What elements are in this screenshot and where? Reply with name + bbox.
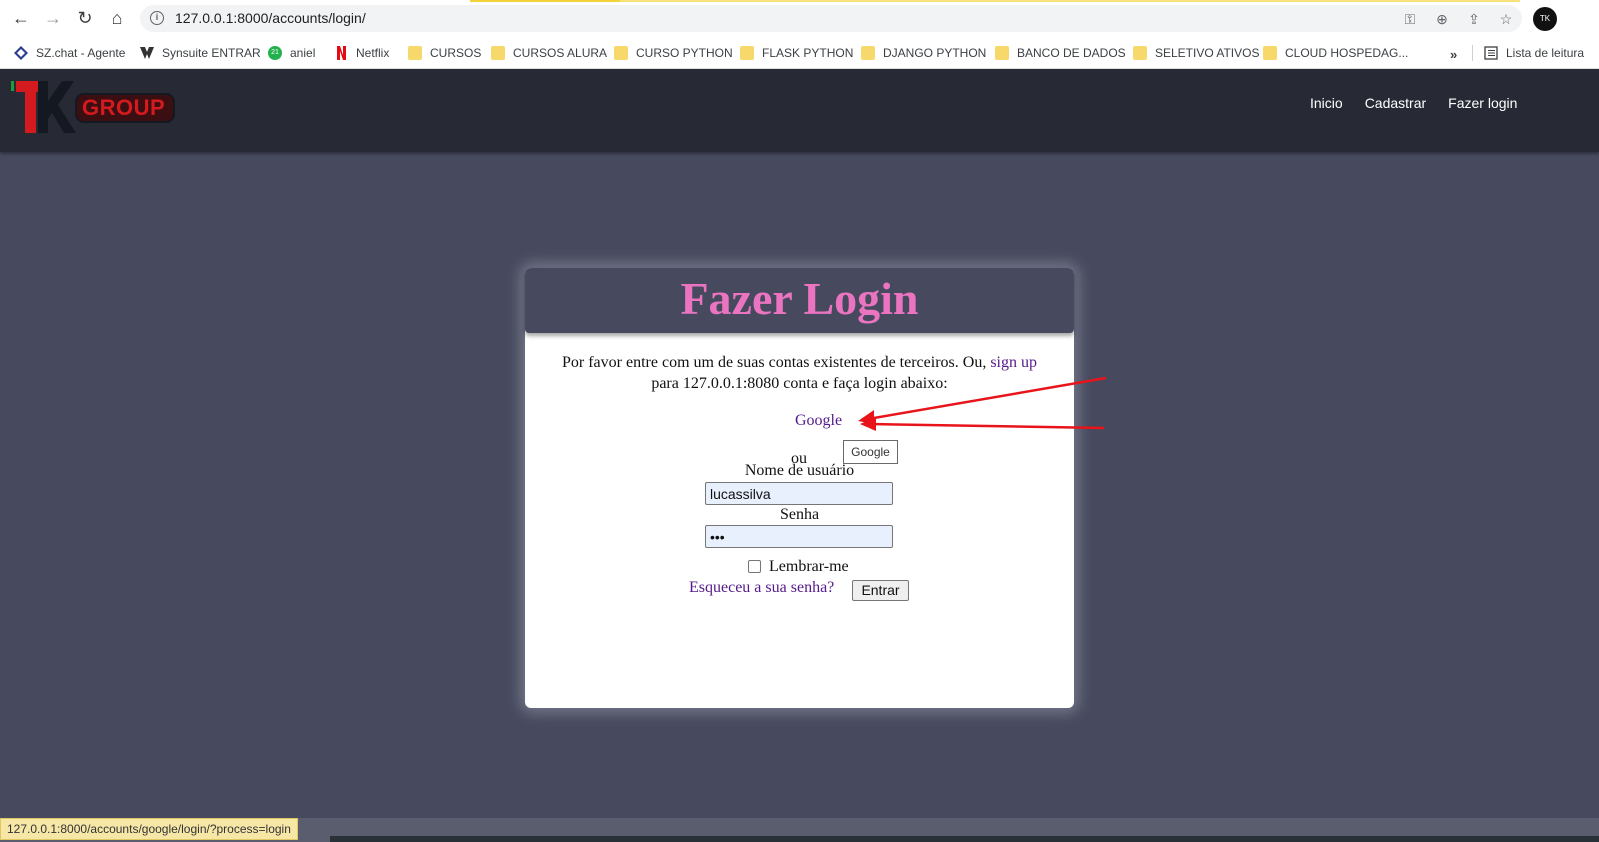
profile-avatar[interactable]: TK bbox=[1533, 7, 1557, 31]
submit-button[interactable]: Entrar bbox=[852, 580, 909, 601]
bookmark-label: SELETIVO ATIVOS bbox=[1155, 46, 1260, 60]
logo-text: GROUP bbox=[82, 95, 166, 120]
nav-fazer-login[interactable]: Fazer login bbox=[1448, 95, 1517, 111]
bookmark-label: DJANGO PYTHON bbox=[883, 46, 987, 60]
bookmarks-divider bbox=[1472, 45, 1473, 61]
bookmark-curso-python[interactable]: CURSO PYTHON bbox=[614, 43, 733, 63]
synsuite-icon bbox=[140, 46, 154, 60]
key-icon[interactable]: ⚿ bbox=[1400, 9, 1420, 29]
forgot-password-link[interactable]: Esqueceu a sua senha? bbox=[689, 579, 834, 597]
bookmark-label: CURSOS ALURA bbox=[513, 46, 608, 60]
bookmark-seletivo-ativos[interactable]: SELETIVO ATIVOS bbox=[1133, 43, 1259, 63]
folder-icon bbox=[1133, 46, 1147, 60]
share-icon[interactable]: ⇪ bbox=[1464, 9, 1484, 29]
address-bar[interactable]: i 127.0.0.1:8000/accounts/login/ ⚿ ⊕ ⇪ ☆ bbox=[140, 5, 1522, 32]
tk-group-logo[interactable]: GROUP bbox=[10, 79, 175, 137]
reading-list-button[interactable]: Lista de leitura bbox=[1484, 43, 1584, 63]
folder-icon bbox=[1263, 46, 1277, 60]
bookmark-cloud-hospedagem[interactable]: CLOUD HOSPEDAG... bbox=[1263, 43, 1408, 63]
forward-arrow-icon[interactable]: → bbox=[42, 7, 64, 29]
bookmark-label: CLOUD HOSPEDAG... bbox=[1285, 46, 1409, 60]
site-info-icon[interactable]: i bbox=[150, 11, 164, 25]
remember-checkbox[interactable] bbox=[748, 560, 761, 573]
taskbar-edge bbox=[330, 836, 1599, 842]
bookmark-banco-de-dados[interactable]: BANCO DE DADOS bbox=[995, 43, 1126, 63]
bookmark-cursos-alura[interactable]: CURSOS ALURA bbox=[491, 43, 607, 63]
reading-list-label: Lista de leitura bbox=[1506, 46, 1585, 60]
folder-icon bbox=[995, 46, 1009, 60]
username-label: Nome de usuário bbox=[744, 462, 855, 479]
zoom-icon[interactable]: ⊕ bbox=[1432, 9, 1452, 29]
login-card: Fazer Login Por favor entre com um de su… bbox=[525, 268, 1074, 708]
bookmark-label: BANCO DE DADOS bbox=[1017, 46, 1126, 60]
signup-link[interactable]: sign up bbox=[990, 354, 1037, 371]
folder-icon bbox=[740, 46, 754, 60]
bookmark-label: FLASK PYTHON bbox=[762, 46, 854, 60]
loading-bar-tail bbox=[620, 0, 1520, 2]
bookmark-synsuite[interactable]: Synsuite ENTRAR bbox=[140, 43, 261, 63]
bookmarks-bar: SZ.chat - Agente Synsuite ENTRAR 21 anie… bbox=[0, 37, 1599, 69]
bookmark-django-python[interactable]: DJANGO PYTHON bbox=[861, 43, 986, 63]
login-intro: Por favor entre com um de suas contas ex… bbox=[525, 352, 1074, 394]
bookmark-label: aniel bbox=[290, 46, 316, 60]
back-arrow-icon[interactable]: ← bbox=[10, 7, 32, 29]
reading-list-icon bbox=[1484, 46, 1498, 60]
folder-icon bbox=[614, 46, 628, 60]
reload-icon[interactable]: ↻ bbox=[74, 7, 96, 29]
bookmark-label: Netflix bbox=[356, 46, 390, 60]
nav-cadastrar[interactable]: Cadastrar bbox=[1365, 95, 1426, 111]
password-label: Senha bbox=[779, 506, 820, 523]
password-input[interactable] bbox=[705, 525, 893, 548]
star-icon[interactable]: ☆ bbox=[1496, 9, 1516, 29]
bookmark-sz-chat[interactable]: SZ.chat - Agente bbox=[14, 43, 125, 63]
netflix-icon bbox=[334, 46, 348, 60]
nav-inicio[interactable]: Inicio bbox=[1310, 95, 1343, 111]
folder-icon bbox=[861, 46, 875, 60]
remember-label: Lembrar-me bbox=[769, 558, 849, 575]
home-icon[interactable]: ⌂ bbox=[106, 7, 128, 29]
bookmark-netflix[interactable]: Netflix bbox=[334, 43, 389, 63]
folder-icon bbox=[491, 46, 505, 60]
bookmark-label: Synsuite ENTRAR bbox=[162, 46, 261, 60]
site-navbar: GROUP Inicio Cadastrar Fazer login bbox=[0, 69, 1599, 152]
url-text[interactable]: 127.0.0.1:8000/accounts/login/ bbox=[175, 10, 366, 26]
browser-toolbar: ← → ↻ ⌂ i 127.0.0.1:8000/accounts/login/… bbox=[0, 0, 1599, 37]
bookmark-flask-python[interactable]: FLASK PYTHON bbox=[740, 43, 853, 63]
intro-text: Por favor entre com um de suas contas ex… bbox=[562, 354, 991, 371]
status-bar-url: 127.0.0.1:8000/accounts/google/login/?pr… bbox=[0, 818, 298, 840]
google-login-link[interactable]: Google bbox=[795, 412, 842, 430]
google-tooltip: Google bbox=[843, 440, 898, 464]
site-nav-links: Inicio Cadastrar Fazer login bbox=[1310, 95, 1517, 111]
bookmark-label: SZ.chat - Agente bbox=[36, 46, 126, 60]
bookmark-cursos[interactable]: CURSOS bbox=[408, 43, 481, 63]
bookmarks-more-button[interactable]: » bbox=[1450, 47, 1457, 62]
loading-bar bbox=[470, 0, 620, 2]
bookmark-label: CURSO PYTHON bbox=[636, 46, 733, 60]
diamond-icon bbox=[14, 46, 28, 60]
login-card-header: Fazer Login bbox=[525, 268, 1074, 333]
folder-icon bbox=[408, 46, 422, 60]
bookmark-label: CURSOS bbox=[430, 46, 482, 60]
page-title: Fazer Login bbox=[680, 273, 919, 324]
circle-badge-icon: 21 bbox=[268, 46, 282, 60]
username-input[interactable] bbox=[705, 482, 893, 505]
intro-text-2: para 127.0.0.1:8080 conta e faça login a… bbox=[651, 375, 948, 392]
bookmark-aniel[interactable]: 21 aniel bbox=[268, 43, 315, 63]
